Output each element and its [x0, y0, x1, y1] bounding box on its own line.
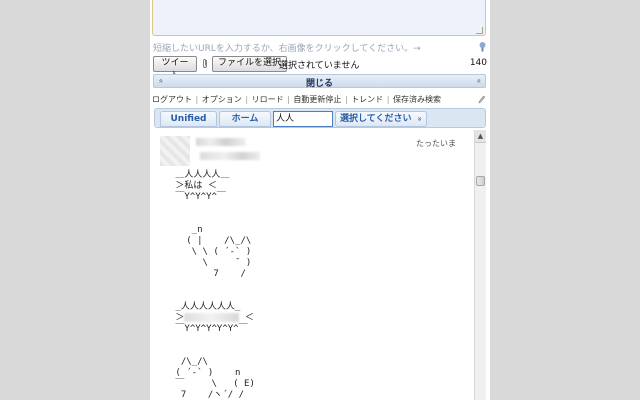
- tweet-button[interactable]: ツイート: [153, 56, 197, 81]
- pencil-icon[interactable]: [477, 94, 486, 104]
- timeline: たったいま ＿人人人人＿ ＞私は ＜ ￣Y^Y^Y^￣ _n ( | /\_/\…: [154, 130, 474, 400]
- handle-redacted: [200, 152, 260, 160]
- tab-home[interactable]: ホーム: [219, 111, 271, 127]
- scroll-up-arrow-icon[interactable]: ▲: [475, 130, 486, 143]
- chevron-down-icon: »: [415, 116, 424, 122]
- nav-saved-searches[interactable]: 保存済み検索: [393, 95, 441, 104]
- tab-select-dropdown[interactable]: 選択してください »: [335, 111, 427, 127]
- tab-select-label: 選択してください: [340, 114, 412, 124]
- nav-logout[interactable]: ログアウト: [152, 95, 192, 104]
- redacted-text: [184, 313, 240, 322]
- username-redacted: [196, 138, 246, 146]
- nav-trends[interactable]: トレンド: [351, 95, 383, 104]
- tweet-timestamp[interactable]: たったいま: [416, 138, 456, 149]
- nav-stop-auto-update[interactable]: 自動更新停止: [293, 95, 341, 104]
- compose-actions: ツイート ファイルを選択 選択されていません 140: [150, 56, 490, 81]
- timeline-scrollbar[interactable]: ▲: [474, 130, 486, 400]
- tweet-textarea[interactable]: [152, 0, 486, 36]
- file-select-button[interactable]: ファイルを選択: [212, 56, 288, 72]
- app-window: 短縮したいURLを入力するか、右画像をクリックしてください。→ ツイート ファイ…: [150, 0, 490, 400]
- paperclip-icon: [203, 59, 207, 68]
- close-label: 閉じる: [305, 79, 333, 89]
- file-status-text: 選択されていません: [279, 61, 360, 71]
- scroll-thumb[interactable]: [476, 176, 485, 186]
- collapse-chevron-icon: «: [474, 78, 484, 84]
- url-hint-row: 短縮したいURLを入力するか、右画像をクリックしてください。→: [150, 40, 490, 54]
- avatar[interactable]: [160, 136, 190, 166]
- resize-grip[interactable]: [476, 27, 483, 34]
- tab-unified[interactable]: Unified: [160, 111, 217, 127]
- tab-search-input[interactable]: 人人: [273, 111, 333, 127]
- char-counter: 140: [469, 58, 487, 68]
- nav-menu: ログアウト | オプション | リロード | 自動更新停止 | トレンド | 保…: [152, 94, 488, 106]
- nav-reload[interactable]: リロード: [252, 95, 284, 104]
- image-upload-icon[interactable]: [477, 41, 488, 52]
- url-hint-text[interactable]: 短縮したいURLを入力するか、右画像をクリックしてください。→: [153, 41, 421, 54]
- close-compose-bar[interactable]: « 閉じる «: [153, 74, 486, 89]
- timeline-tabs: Unified ホーム 人人 選択してください »: [154, 108, 486, 128]
- tweet-body: ＿人人人人＿ ＞私は ＜ ￣Y^Y^Y^￣ _n ( | /\_/\ \ \ (…: [175, 170, 255, 400]
- nav-options[interactable]: オプション: [202, 95, 242, 104]
